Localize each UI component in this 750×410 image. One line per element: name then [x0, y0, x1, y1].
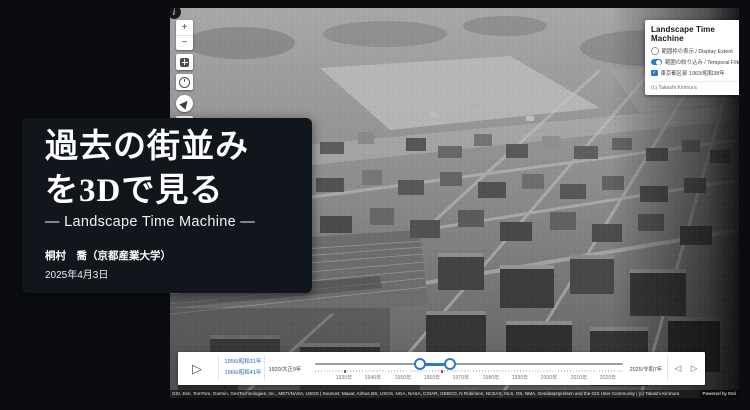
filter-range-start: 1956/昭和31年 — [222, 357, 264, 368]
tick-label: 1940年 — [358, 374, 388, 381]
layer-panel: Landscape Time Machine 範囲枠の表示 / Display … — [645, 20, 739, 95]
play-button[interactable]: ▷ — [188, 360, 206, 378]
slider-handle-start[interactable] — [414, 358, 426, 370]
tick-label: 1960年 — [417, 374, 447, 381]
panel-credit: (c) Takashi Kirimura — [651, 81, 739, 91]
title-line-1: 過去の街並み — [45, 126, 249, 170]
slider-track[interactable] — [315, 363, 623, 365]
timeline-bar: ▷ 1956/昭和31年 1966/昭和41年 1920/大正9年 1930年 … — [178, 352, 705, 385]
zoom-to-extent-button[interactable] — [176, 54, 193, 70]
tick-label: 2020年 — [593, 374, 623, 381]
divider — [218, 356, 219, 381]
step-back-button[interactable]: ◁ — [671, 362, 685, 376]
date: 2025年4月3日 — [45, 266, 108, 281]
page-title: 過去の街並み を3Dで見る — [45, 126, 249, 213]
current-year-marker — [441, 370, 443, 373]
clock-icon — [179, 77, 190, 88]
panel-title: Landscape Time Machine — [651, 25, 739, 43]
dataset-label: 東京都区部 1963/昭和38年 — [661, 69, 725, 77]
timeline-min-label: 1920/大正9年 — [267, 365, 303, 373]
author: 桐村 喬（京都産業大学） — [45, 248, 171, 263]
zoom-in-button[interactable]: + — [176, 20, 193, 36]
divider — [264, 356, 265, 381]
display-extent-label: 範囲枠の表示 / Display Extent — [662, 47, 733, 55]
toggle-on[interactable] — [651, 59, 662, 66]
divider — [667, 356, 668, 381]
year-marker-blue — [344, 370, 346, 373]
slider-handle-end[interactable] — [444, 358, 456, 370]
history-button[interactable] — [176, 74, 193, 90]
tick-label: 1990年 — [505, 374, 535, 381]
attribution-text: GSI, Esri, TomTom, Garmin, GeoTechnologi… — [170, 391, 679, 396]
compass-button[interactable] — [176, 95, 193, 112]
zoom-out-button[interactable]: − — [176, 36, 193, 51]
powered-by-esri-link[interactable]: Powered by Esri — [700, 390, 739, 398]
attribution-bar: GSI, Esri, TomTom, Garmin, GeoTechnologi… — [170, 390, 739, 398]
filter-range-labels: 1956/昭和31年 1966/昭和41年 — [222, 357, 264, 379]
dataset-row[interactable]: ✓ 東京都区部 1963/昭和38年 — [651, 69, 739, 77]
zoom-control: + − — [176, 20, 193, 50]
tick-label: 2010年 — [564, 374, 594, 381]
extent-icon — [180, 58, 189, 67]
compass-needle-icon — [179, 98, 190, 109]
display-extent-row[interactable]: 範囲枠の表示 / Display Extent — [651, 47, 739, 55]
tick-label: 1970年 — [446, 374, 476, 381]
tick-label: 1930年 — [329, 374, 359, 381]
minor-year-ticks — [315, 370, 623, 372]
temporal-filter-row[interactable]: 範囲の絞り込み / Temporal Filter — [651, 58, 739, 66]
title-card: 過去の街並み を3Dで見る — Landscape Time Machine —… — [22, 118, 312, 293]
tick-label: 2000年 — [534, 374, 564, 381]
radio-button-unchecked[interactable] — [651, 47, 659, 55]
timeline-max-label: 2025/令和7年 — [626, 365, 666, 373]
title-line-2: を3Dで見る — [45, 170, 249, 214]
checkbox-checked[interactable]: ✓ — [651, 70, 658, 77]
temporal-filter-label: 範囲の絞り込み / Temporal Filter — [665, 58, 739, 66]
tick-label: 1980年 — [476, 374, 506, 381]
slide-page: i + − ↗ Landscape Time Machine 範囲枠の表示 / … — [0, 0, 750, 410]
filter-range-end: 1966/昭和41年 — [222, 368, 264, 379]
step-forward-button[interactable]: ▷ — [687, 362, 701, 376]
tick-label: 1950年 — [388, 374, 418, 381]
subtitle: — Landscape Time Machine — — [45, 214, 255, 230]
